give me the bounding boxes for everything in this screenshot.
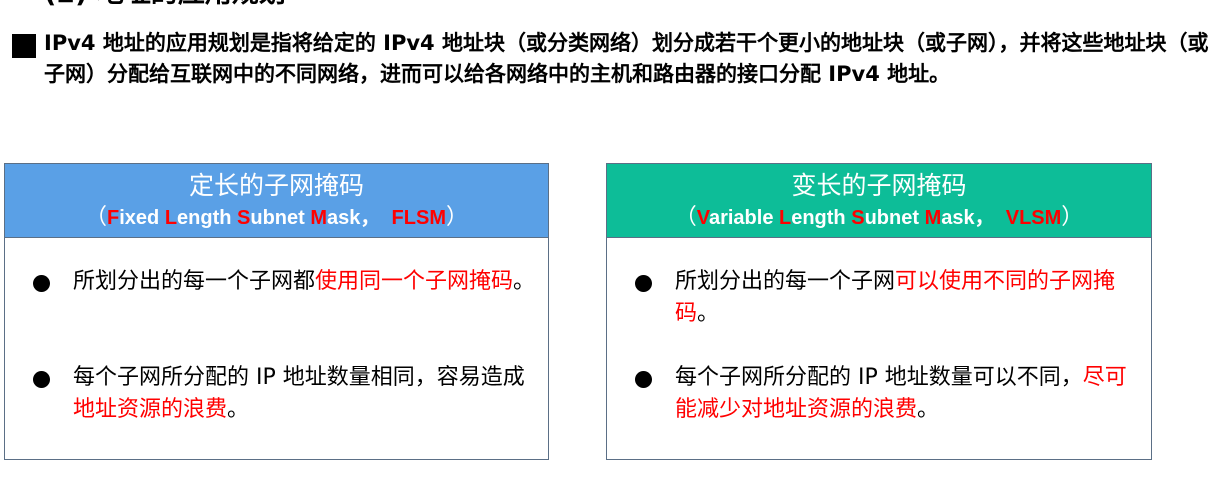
flsm-sub-ength: ength [177,207,238,229]
flsm-sub-letter-l: L [164,207,178,229]
vlsm-card: 变长的子网掩码 （Variable Length Subnet Mask， VL… [606,163,1152,460]
section-title: (2) 地址的应用规划 [44,0,286,10]
vlsm-bullet-1: 所划分出的每一个子网可以使用不同的子网掩码。 [631,266,1141,330]
flsm-sub-ask: ask， [327,207,381,229]
flsm-bullet-1: 所划分出的每一个子网都使用同一个子网掩码。 [29,266,538,298]
vlsm-sub-letter-l: L [779,207,792,229]
flsm-sub-abbr: FLSM [391,207,446,229]
flsm-sub-letter-f: F [107,207,120,229]
vlsm-sub-letter-m: M [924,207,942,229]
flsm-card-header: 定长的子网掩码 （Fixed Length Subnet Mask， FLSM） [5,164,548,238]
flsm-subtitle: （Fixed Length Subnet Mask， FLSM） [5,202,548,233]
flsm-bullet-2-text: 每个子网所分配的 IP 地址数量相同，容易造成地址资源的浪费。 [73,365,525,422]
flsm-title: 定长的子网掩码 [188,171,364,200]
vlsm-sub-ength: ength [791,207,852,229]
flsm-sub-open: （ [85,204,108,229]
vlsm-sub-ask: ask， [941,207,995,229]
flsm-bullet-2: 每个子网所分配的 IP 地址数量相同，容易造成地址资源的浪费。 [29,362,538,426]
flsm-card: 定长的子网掩码 （Fixed Length Subnet Mask， FLSM）… [4,163,549,460]
vlsm-sub-abbr: VLSM [1005,207,1062,229]
flsm-sub-letter-s: S [237,207,251,229]
flsm-sub-ixed: ixed [119,207,165,229]
vlsm-sub-close: ） [1061,204,1084,229]
vlsm-sub-ubnet: ubnet [864,207,925,229]
square-bullet-icon [12,34,36,58]
vlsm-sub-letter-s: S [851,207,865,229]
vlsm-sub-ariable: ariable [708,207,779,229]
vlsm-bullet-2: 每个子网所分配的 IP 地址数量可以不同，尽可能减少对地址资源的浪费。 [631,362,1141,426]
vlsm-bullet-1-text: 所划分出的每一个子网可以使用不同的子网掩码。 [675,269,1116,326]
vlsm-bullet-2-text: 每个子网所分配的 IP 地址数量可以不同，尽可能减少对地址资源的浪费。 [675,365,1127,422]
flsm-sub-close: ） [445,204,468,229]
bullet-dot-icon [33,371,50,388]
vlsm-subtitle: （Variable Length Subnet Mask， VLSM） [607,202,1151,233]
bullet-dot-icon [635,275,652,292]
vlsm-sub-open: （ [674,204,697,229]
flsm-bullet-1-text: 所划分出的每一个子网都使用同一个子网掩码。 [73,269,536,294]
vlsm-card-header: 变长的子网掩码 （Variable Length Subnet Mask， VL… [607,164,1151,238]
bullet-dot-icon [33,275,50,292]
flsm-sub-letter-m: M [310,207,328,229]
vlsm-sub-letter-v: V [696,207,709,229]
flsm-sub-ubnet: ubnet [250,207,311,229]
vlsm-title: 变长的子网掩码 [791,171,967,200]
bullet-dot-icon [635,371,652,388]
intro-paragraph: IPv4 地址的应用规划是指将给定的 IPv4 地址块（或分类网络）划分成若干个… [44,31,1209,86]
